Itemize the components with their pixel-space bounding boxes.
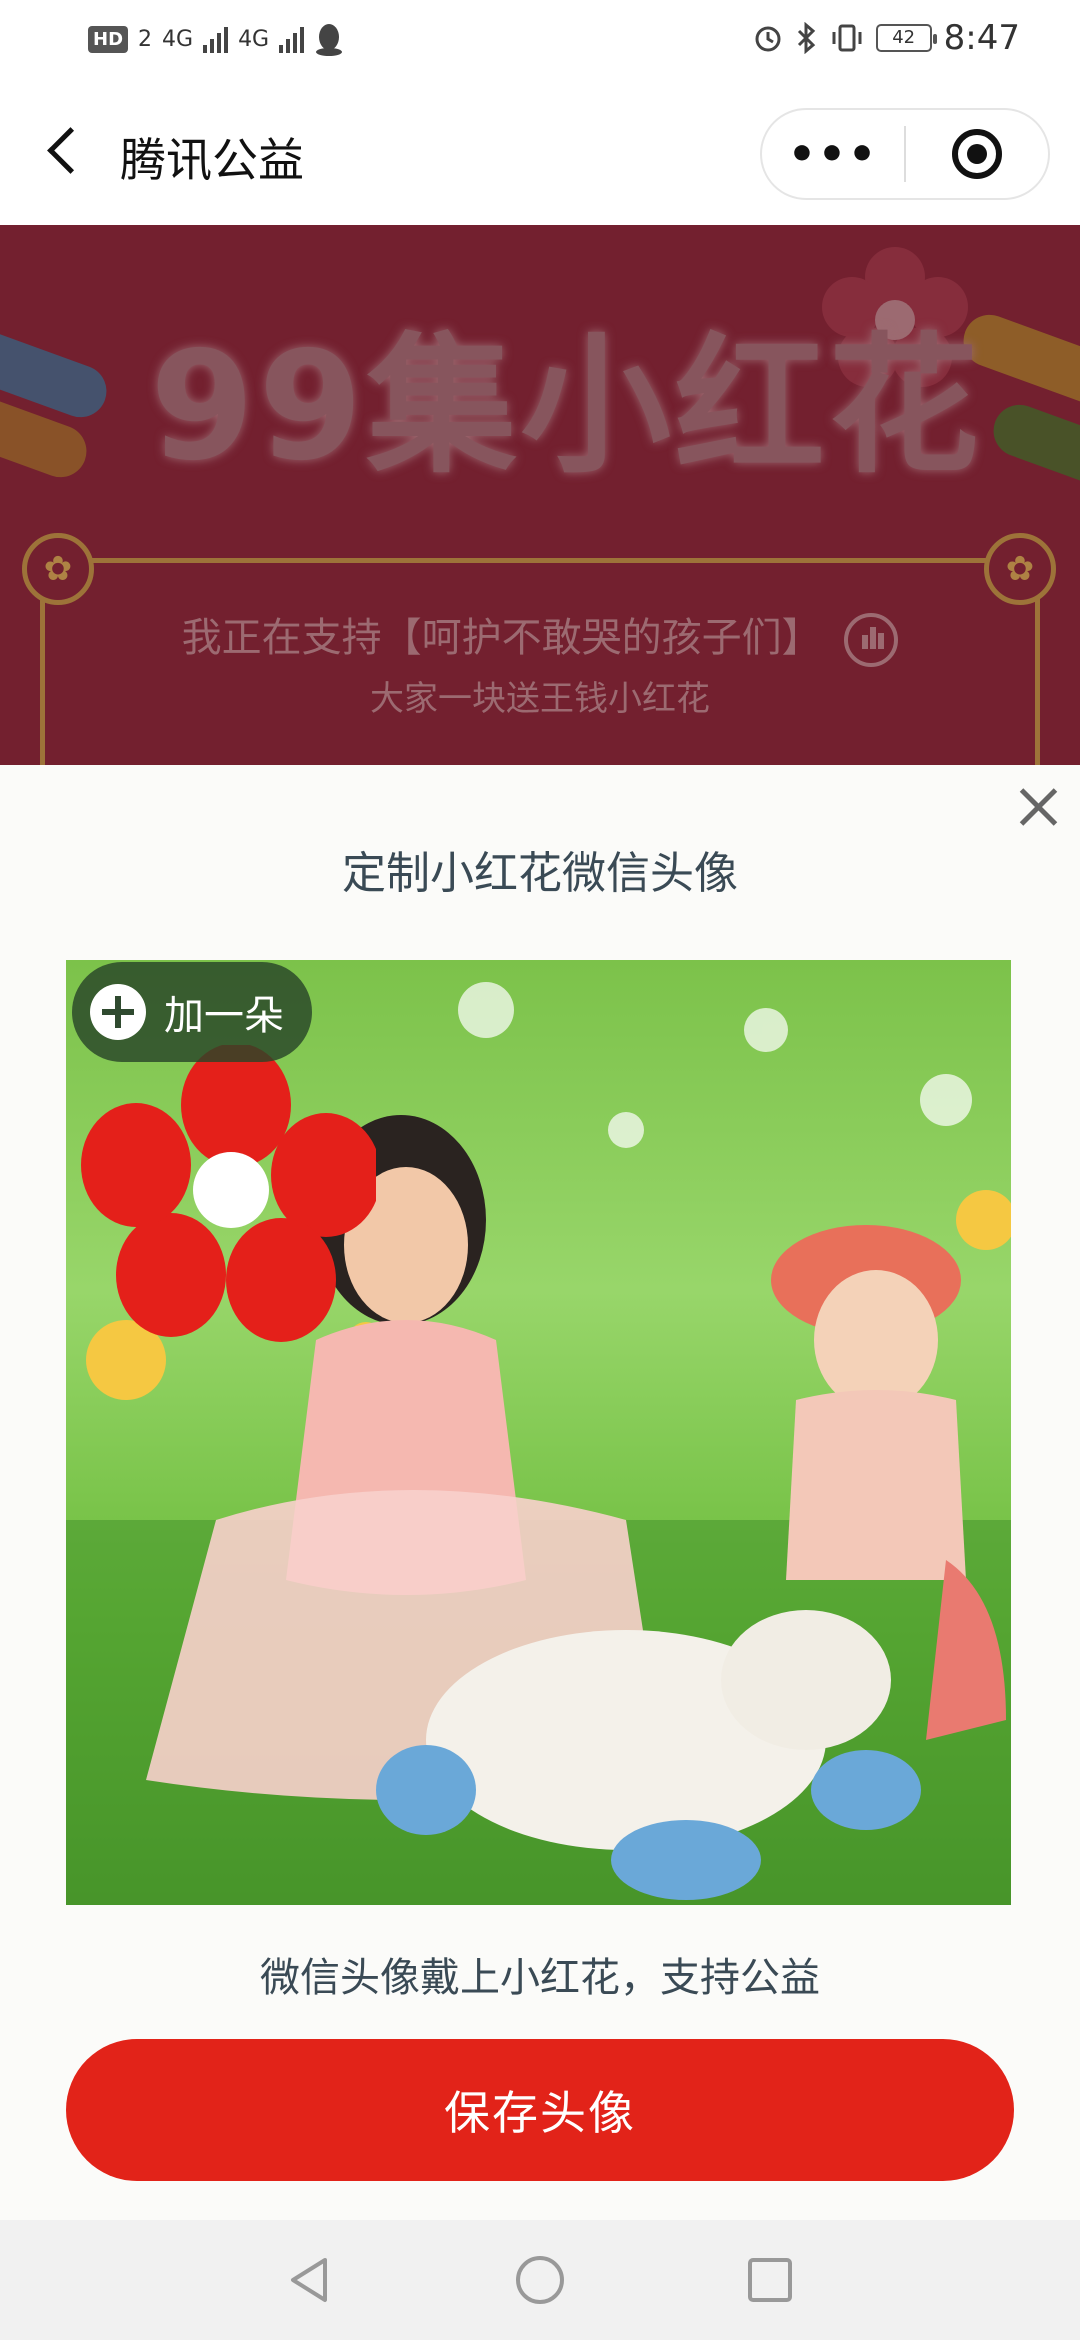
avatar-preview: 加一朵 [66,960,1011,1905]
more-dots-icon[interactable]: ••• [762,129,904,180]
clock: 8:47 [943,18,1020,58]
back-arrow-icon[interactable] [40,120,90,180]
signal-2-icon [279,25,305,53]
save-avatar-button[interactable]: 保存头像 [66,2039,1014,2181]
status-left: HD 2 4G 4G [88,22,344,56]
hd-sub: 2 [138,26,153,52]
alarm-icon [755,26,781,52]
network-1-label: 4G [162,26,194,52]
red-flower-icon [81,1045,376,1342]
network-2-label: 4G [238,26,270,52]
qq-icon [316,24,343,56]
status-bar: HD 2 4G 4G 42 8:47 [0,0,1080,80]
add-flower-button[interactable]: 加一朵 [72,962,312,1062]
app-header: 腾讯公益 ••• [0,80,1080,225]
campaign-banner: 99集小红花 ✿ ✿ 我正在支持【呵护不敢哭的孩子们】 大家一块送王钱小红花 [0,225,1080,765]
target-close-icon [951,129,1002,179]
hd-badge: HD [88,25,129,53]
dim-overlay [0,225,1080,765]
signal-1-icon [203,25,229,53]
close-icon[interactable] [1008,777,1068,837]
avatar-sheet: 定制小红花微信头像 加一朵 微信头像戴上小红花，支持公益 保存头像 [0,765,1080,2220]
battery-indicator: 42 [875,24,937,52]
add-flower-label: 加一朵 [164,993,284,1039]
capsule-close-button[interactable] [906,129,1048,179]
nav-recent-icon[interactable] [740,2250,800,2310]
bluetooth-icon [797,22,815,54]
menu-capsule: ••• [760,108,1050,200]
nav-home-icon[interactable] [510,2250,570,2310]
page-title: 腾讯公益 [120,133,304,187]
vibrate-icon [832,24,862,52]
system-nav-bar [0,2220,1080,2340]
plus-icon [90,984,146,1040]
nav-back-icon[interactable] [280,2250,340,2310]
avatar-caption: 微信头像戴上小红花，支持公益 [260,1955,820,2001]
sheet-title: 定制小红花微信头像 [342,848,738,899]
status-right: 42 8:47 [752,18,1020,58]
